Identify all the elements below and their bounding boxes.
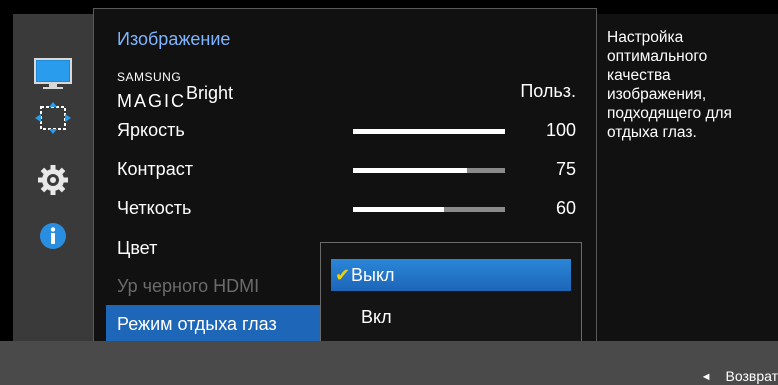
menu-item-magic-bright[interactable]: SAMSUNG MAGIC Bright Польз. [94,69,598,111]
sharpness-slider[interactable] [353,207,505,212]
screen-position-icon [35,102,71,134]
contrast-slider[interactable] [353,168,505,173]
help-text: Настройка оптимального качества изображе… [607,29,732,141]
menu-item-sharpness[interactable]: Четкость 60 [94,189,598,227]
brightness-label: Яркость [117,120,185,140]
hdmi-black-level-label: Ур черного HDMI [117,276,260,296]
eye-saver-submenu: ✔ Выкл Вкл [320,242,582,342]
checkmark-icon: ✔ [335,265,351,285]
back-label: Возврат [725,368,778,384]
brightness-slider[interactable] [353,129,505,134]
sharpness-value: 60 [555,198,576,218]
picture-category[interactable] [13,52,93,96]
category-sidebar [13,14,93,341]
monitor-picture-icon [34,58,72,89]
brightness-value: 100 [545,120,576,140]
footer-bar: ◄ Возврат [0,341,778,385]
magic-bright-value: Польз. [520,81,576,101]
menu-item-contrast[interactable]: Контраст 75 [94,150,598,188]
option-off[interactable]: ✔ Выкл [331,259,571,291]
sharpness-label: Четкость [117,198,192,218]
eye-saver-mode-label: Режим отдыха глаз [117,314,277,334]
back-button[interactable]: ◄ Возврат [701,368,778,384]
menu-title: Изображение [117,29,231,49]
magic-brand-logo: SAMSUNG MAGIC [117,70,187,111]
magic-bright-label: Bright [186,83,234,103]
menu-item-eye-saver-mode[interactable]: Режим отдыха глаз [106,305,332,343]
system-category[interactable] [13,158,93,202]
color-label: Цвет [117,238,158,258]
osd-screen: Изображение SAMSUNG MAGIC Bright Польз. … [0,0,778,385]
help-panel: Настройка оптимального качества изображе… [597,14,778,341]
gear-icon [38,165,68,195]
position-category[interactable] [13,96,93,140]
info-icon [40,223,66,249]
contrast-value: 75 [555,159,576,179]
menu-item-brightness[interactable]: Яркость 100 [94,111,598,149]
support-category[interactable] [13,214,93,258]
contrast-label: Контраст [117,159,193,179]
option-on[interactable]: Вкл [331,301,571,333]
left-arrow-icon: ◄ [700,371,712,383]
